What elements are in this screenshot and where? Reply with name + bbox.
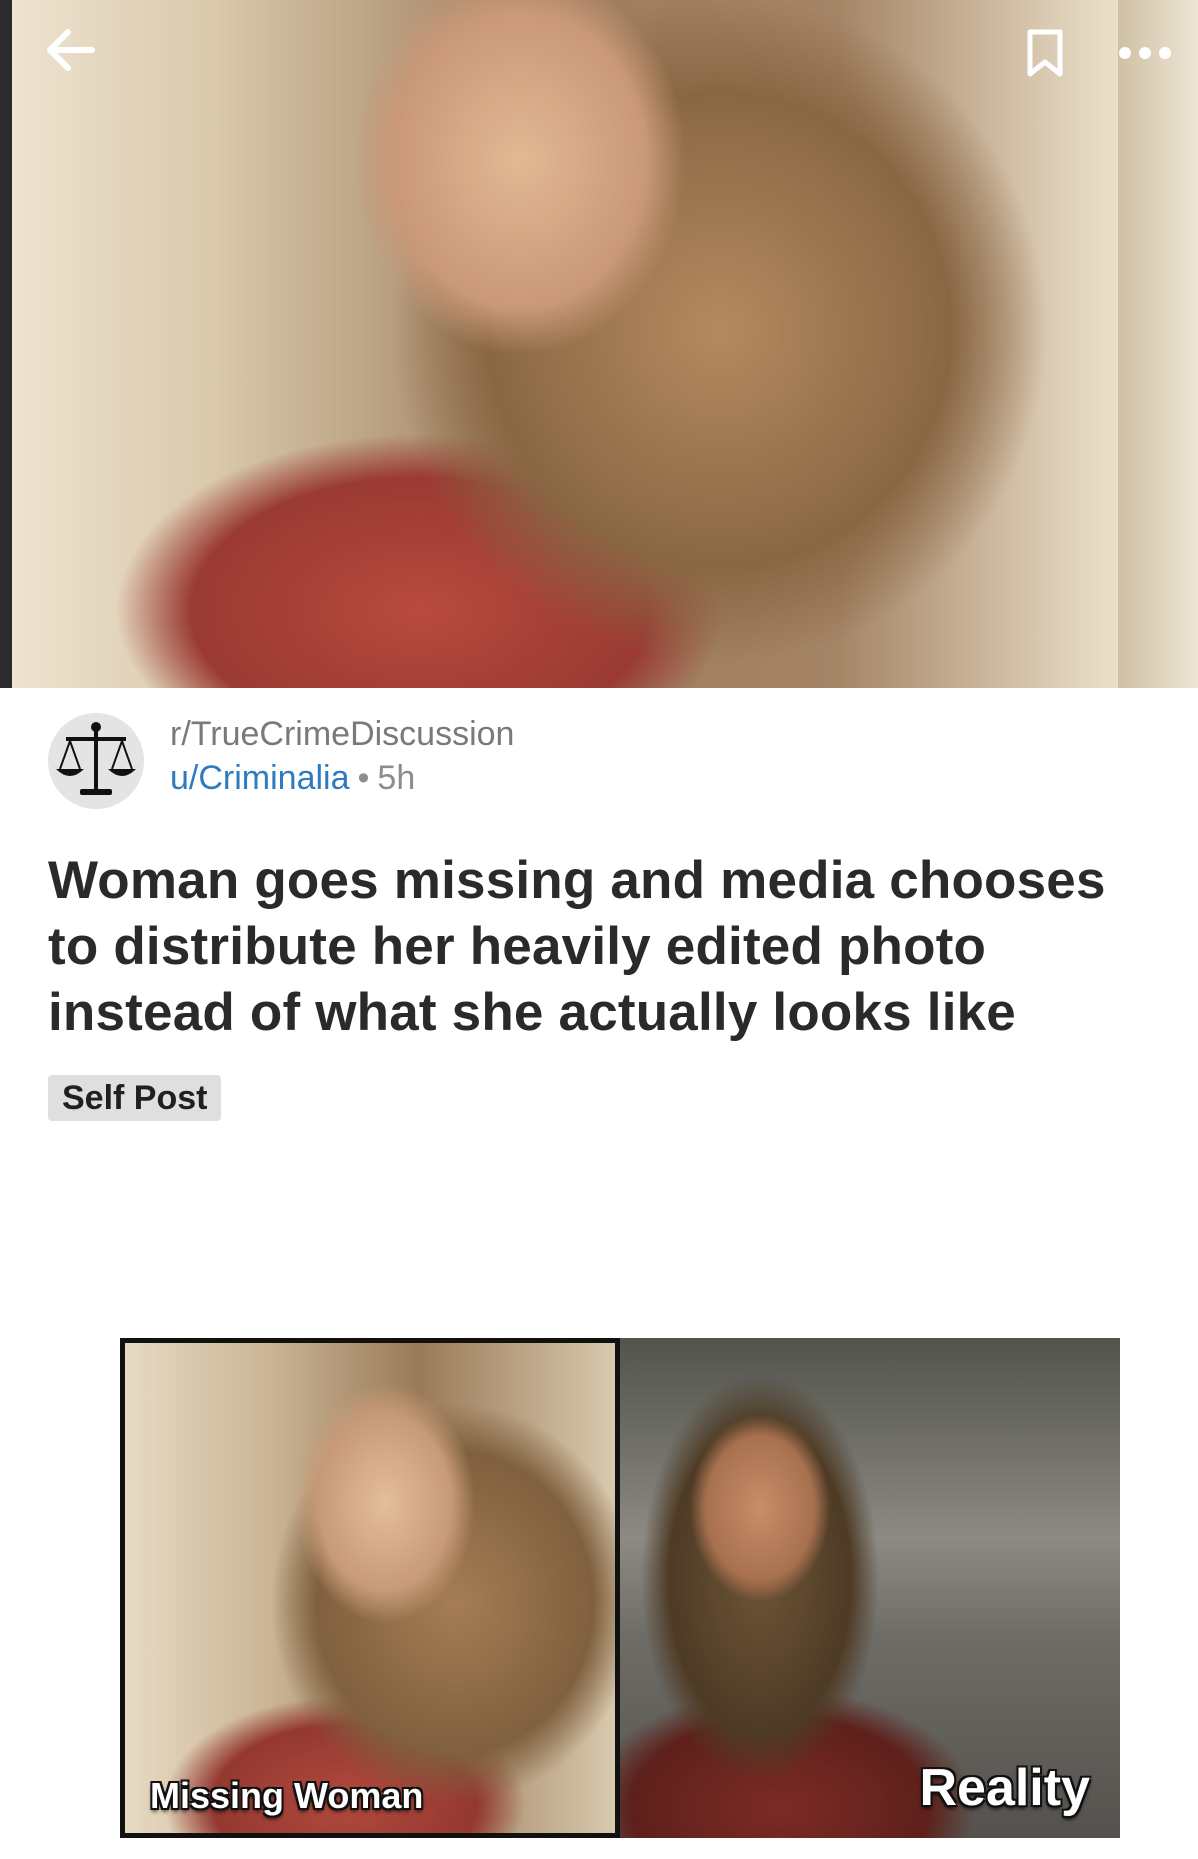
reality-photo-panel: Reality bbox=[620, 1338, 1120, 1838]
photo-background-door bbox=[1118, 0, 1198, 688]
hero-photo[interactable] bbox=[0, 0, 1198, 688]
subreddit-avatar[interactable] bbox=[48, 713, 144, 809]
post-flair: Self Post bbox=[48, 1075, 222, 1121]
scales-of-justice-icon bbox=[48, 713, 144, 809]
more-horizontal-icon bbox=[1119, 47, 1171, 59]
bookmark-icon bbox=[1027, 29, 1063, 77]
post-age: 5h bbox=[377, 759, 416, 797]
more-options-button[interactable] bbox=[1110, 18, 1180, 88]
comparison-image[interactable]: Missing Woman Reality bbox=[120, 1338, 1120, 1838]
author-line: u/Criminalia • 5h bbox=[170, 756, 514, 800]
username-link[interactable]: u/Criminalia bbox=[170, 759, 350, 797]
separator-dot: • bbox=[357, 759, 370, 797]
back-button[interactable] bbox=[35, 15, 105, 85]
edited-photo-panel: Missing Woman bbox=[120, 1338, 620, 1838]
bookmark-button[interactable] bbox=[1010, 18, 1080, 88]
photo-edge bbox=[0, 0, 12, 688]
subreddit-name[interactable]: r/TrueCrimeDiscussion bbox=[170, 712, 514, 756]
caption-missing-woman: Missing Woman bbox=[150, 1775, 424, 1816]
post-title[interactable]: Woman goes missing and media chooses to … bbox=[48, 848, 1168, 1046]
arrow-left-icon bbox=[47, 29, 95, 71]
caption-reality: Reality bbox=[919, 1759, 1090, 1817]
post-meta: r/TrueCrimeDiscussion u/Criminalia • 5h bbox=[170, 712, 514, 800]
